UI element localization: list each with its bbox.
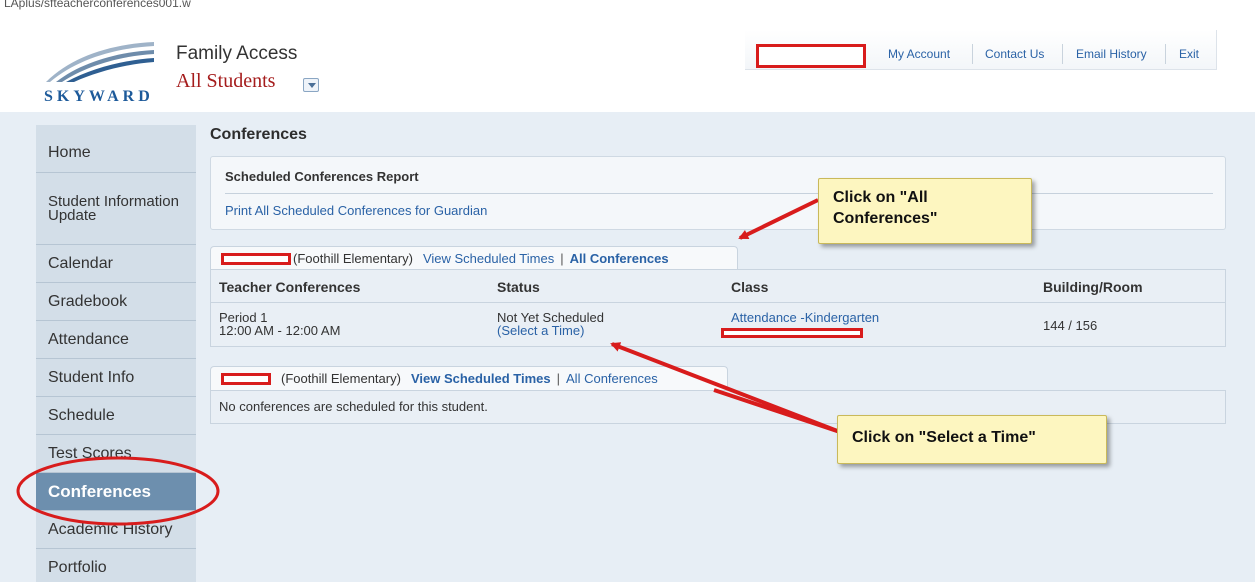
column-header-teacher-conferences: Teacher Conferences — [219, 279, 361, 295]
skyward-logo: SKYWARD — [42, 38, 162, 108]
tab-separator: | — [560, 251, 564, 266]
email-history-link[interactable]: Email History — [1076, 47, 1147, 61]
sidebar-item-calendar[interactable]: Calendar — [36, 245, 196, 283]
student2-school: (Foothill Elementary) — [281, 371, 401, 386]
logo-wordmark: SKYWARD — [44, 88, 154, 105]
contact-us-link[interactable]: Contact Us — [985, 47, 1044, 61]
sidebar-item-test-scores[interactable]: Test Scores — [36, 435, 196, 473]
scheduled-conferences-report: Scheduled Conferences Report Print All S… — [210, 156, 1226, 230]
all-conferences-link[interactable]: All Conferences — [566, 371, 658, 386]
student-selector[interactable]: All Students — [176, 70, 275, 93]
my-account-link[interactable]: My Account — [888, 47, 950, 61]
sidebar-item-student-information-update[interactable]: Student Information Update — [36, 173, 196, 245]
divider — [211, 302, 1225, 303]
column-header-status: Status — [497, 279, 540, 295]
view-scheduled-times-link[interactable]: View Scheduled Times — [411, 371, 551, 386]
column-header-building-room: Building/Room — [1043, 279, 1143, 295]
top-links-bar: My Account Contact Us Email History Exit — [745, 30, 1217, 70]
tab-separator: | — [556, 371, 561, 386]
sidebar-item-student-info[interactable]: Student Info — [36, 359, 196, 397]
student1-tab-header: (Foothill Elementary) View Scheduled Tim… — [210, 246, 738, 270]
link-separator — [1165, 44, 1166, 64]
student2-tab-header: (Foothill Elementary) View Scheduled Tim… — [210, 366, 728, 390]
sidebar-item-conferences[interactable]: Conferences — [36, 473, 196, 511]
empty-message: No conferences are scheduled for this st… — [219, 399, 488, 414]
print-conferences-link[interactable]: Print All Scheduled Conferences for Guar… — [225, 203, 487, 218]
building-room: 144 / 156 — [1043, 318, 1098, 333]
view-scheduled-times-link[interactable]: View Scheduled Times — [423, 251, 554, 266]
sidebar-nav: Home Student Information Update Calendar… — [36, 125, 196, 582]
link-separator — [1062, 44, 1063, 64]
sidebar-item-portfolio[interactable]: Portfolio — [36, 549, 196, 582]
select-time-link[interactable]: (Select a Time) — [497, 324, 584, 337]
conferences-table: Teacher Conferences Status Class Buildin… — [210, 269, 1226, 347]
sidebar-item-academic-history[interactable]: Academic History — [36, 511, 196, 549]
column-header-class: Class — [731, 279, 769, 295]
callout-select-time: Click on "Select a Time" — [837, 415, 1107, 464]
page-title: Conferences — [210, 126, 307, 143]
redacted-teacher — [721, 328, 863, 338]
browser-url: LAplus/sfteacherconferences001.w — [4, 0, 191, 10]
report-title: Scheduled Conferences Report — [225, 169, 419, 184]
app-header: SKYWARD Family Access All Students My Ac… — [0, 12, 1255, 112]
divider — [225, 193, 1213, 194]
redacted-name — [756, 44, 866, 68]
redacted-name — [221, 252, 291, 265]
sidebar-item-schedule[interactable]: Schedule — [36, 397, 196, 435]
callout-all-conferences: Click on "All Conferences" — [818, 178, 1032, 244]
conference-time: 12:00 AM - 12:00 AM — [219, 323, 341, 338]
exit-link[interactable]: Exit — [1179, 47, 1199, 61]
class-link[interactable]: Attendance -Kindergarten — [731, 311, 879, 324]
sidebar-item-attendance[interactable]: Attendance — [36, 321, 196, 359]
link-separator — [972, 44, 973, 64]
sidebar-item-gradebook[interactable]: Gradebook — [36, 283, 196, 321]
skyward-swoosh-icon — [46, 42, 154, 82]
chevron-down-icon[interactable] — [303, 78, 319, 92]
app-title: Family Access — [176, 43, 298, 64]
sidebar-item-home[interactable]: Home — [36, 133, 196, 173]
all-conferences-link[interactable]: All Conferences — [570, 251, 669, 266]
student1-school: (Foothill Elementary) — [293, 251, 413, 266]
redacted-name — [221, 372, 271, 385]
